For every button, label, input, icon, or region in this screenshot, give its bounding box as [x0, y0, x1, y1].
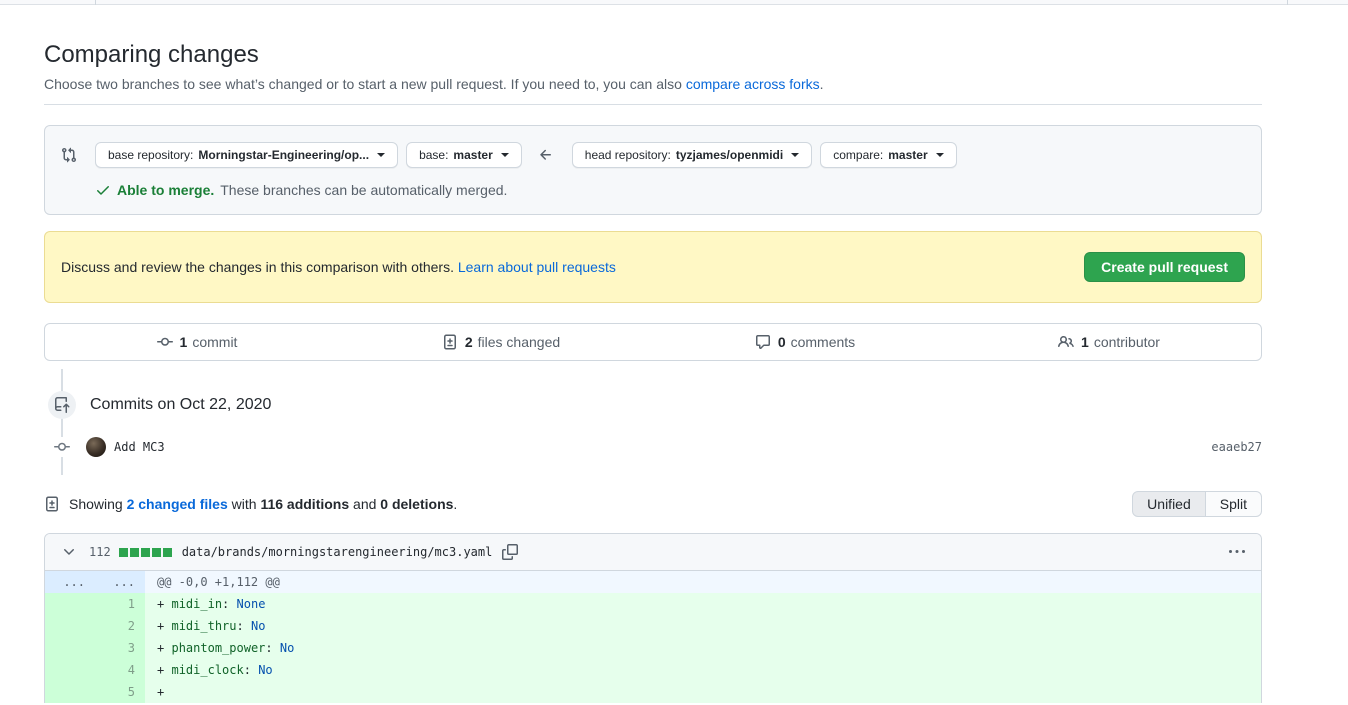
compare-page-container: Comparing changes Choose two branches to…: [44, 5, 1262, 703]
file-diff-icon: [44, 496, 60, 512]
contributors-stat[interactable]: 1 contributor: [957, 324, 1261, 360]
split-view-button[interactable]: Split: [1205, 491, 1262, 517]
create-pull-request-button[interactable]: Create pull request: [1084, 252, 1245, 282]
base-branch-select[interactable]: base: master: [406, 142, 522, 168]
merge-status-text: These branches can be automatically merg…: [220, 182, 507, 198]
old-line-number[interactable]: [45, 659, 95, 681]
diff-line-code: + midi_clock: No: [145, 659, 1261, 681]
hunk-new-gutter[interactable]: ...: [95, 571, 145, 593]
old-line-number[interactable]: [45, 615, 95, 637]
branch-range-editor: base repository: Morningstar-Engineering…: [44, 125, 1262, 215]
diff-line: 1 + midi_in: None: [45, 593, 1261, 615]
commit-group-title: Commits on Oct 22, 2020: [90, 396, 271, 414]
diffstat-added-block: [141, 548, 150, 557]
commit-row: Add MC3 eaaeb27: [44, 437, 1262, 457]
caret-down-icon: [501, 153, 509, 157]
new-line-number[interactable]: 4: [95, 659, 145, 681]
kebab-menu-icon[interactable]: [1229, 544, 1245, 560]
people-icon: [1058, 334, 1074, 350]
page-title: Comparing changes: [44, 41, 1262, 69]
diffstat-added-block: [130, 548, 139, 557]
hunk-old-gutter[interactable]: ...: [45, 571, 95, 593]
file-path: data/brands/morningstarengineering/mc3.y…: [182, 545, 493, 559]
unified-view-button[interactable]: Unified: [1132, 491, 1206, 517]
file-diff-card: 112 data/brands/morningstarengineering/m…: [44, 533, 1262, 703]
diff-line-code: + phantom_power: No: [145, 637, 1261, 659]
browser-top-strip: [0, 0, 1348, 5]
page-subhead: Comparing changes Choose two branches to…: [44, 5, 1262, 105]
diff-line: 2 + midi_thru: No: [45, 615, 1261, 637]
old-line-number[interactable]: [45, 593, 95, 615]
old-line-number[interactable]: [45, 681, 95, 703]
commit-sha-link[interactable]: eaaeb27: [1211, 440, 1262, 454]
page-subtitle: Choose two branches to see what’s change…: [44, 76, 1262, 92]
arrow-left-icon: [538, 147, 554, 163]
files-changed-stat[interactable]: 2 files changed: [349, 324, 653, 360]
check-icon: [95, 182, 111, 198]
file-diff-icon: [442, 334, 458, 350]
merge-status: Able to merge. These branches can be aut…: [95, 182, 1245, 198]
diff-view-toggle: Unified Split: [1132, 491, 1262, 517]
diffstat-added-block: [152, 548, 161, 557]
diff-summary-row: Showing 2 changed files with 116 additio…: [44, 491, 1262, 517]
comment-icon: [755, 334, 771, 350]
new-line-number[interactable]: 2: [95, 615, 145, 637]
diff-line: 5 +: [45, 681, 1261, 703]
file-changes-count: 112: [89, 545, 111, 559]
commit-author-avatar[interactable]: [86, 437, 106, 457]
commits-timeline: Commits on Oct 22, 2020 Add MC3 eaaeb27: [44, 369, 1262, 475]
old-line-number[interactable]: [45, 637, 95, 659]
diff-line-code: + midi_thru: No: [145, 615, 1261, 637]
commits-stat[interactable]: 1 commit: [45, 324, 349, 360]
diffstat-blocks: [119, 548, 172, 557]
diff-line-code: + midi_in: None: [145, 593, 1261, 615]
diff-line: 4 + midi_clock: No: [45, 659, 1261, 681]
comments-stat[interactable]: 0 comments: [653, 324, 957, 360]
comparison-stats-bar: 1 commit 2 files changed 0 comments 1 co…: [44, 323, 1262, 361]
diffstat-added-block: [119, 548, 128, 557]
hunk-header-text: @@ -0,0 +1,112 @@: [145, 571, 1261, 593]
diffstat-added-block: [163, 548, 172, 557]
top-strip-divider: [95, 0, 96, 5]
diff-line-code: +: [145, 681, 1261, 703]
banner-text: Discuss and review the changes in this c…: [61, 259, 616, 275]
new-line-number[interactable]: 1: [95, 593, 145, 615]
head-repository-select[interactable]: head repository: tyzjames/openmidi: [572, 142, 812, 168]
diff-line: 3 + phantom_power: No: [45, 637, 1261, 659]
hunk-row: ... ... @@ -0,0 +1,112 @@: [45, 571, 1261, 593]
diff-table: ... ... @@ -0,0 +1,112 @@ 1 + midi_in: N…: [45, 571, 1261, 703]
caret-down-icon: [791, 153, 799, 157]
git-commit-icon: [157, 334, 173, 350]
diff-summary-text: Showing 2 changed files with 116 additio…: [69, 496, 457, 512]
commit-group-header: Commits on Oct 22, 2020: [44, 369, 1262, 419]
new-line-number[interactable]: 5: [95, 681, 145, 703]
new-line-number[interactable]: 3: [95, 637, 145, 659]
commit-message-link[interactable]: Add MC3: [114, 440, 165, 454]
top-strip-divider: [1287, 0, 1288, 5]
compare-across-forks-link[interactable]: compare across forks: [686, 76, 820, 92]
caret-down-icon: [377, 153, 385, 157]
changed-files-link[interactable]: 2 changed files: [127, 496, 228, 512]
branch-selector-row: base repository: Morningstar-Engineering…: [61, 142, 1245, 168]
compare-branch-select[interactable]: compare: master: [820, 142, 956, 168]
merge-status-bold: Able to merge.: [117, 182, 214, 198]
git-commit-node-icon: [54, 437, 70, 457]
pull-request-banner: Discuss and review the changes in this c…: [44, 231, 1262, 303]
chevron-down-icon[interactable]: [55, 544, 83, 560]
copy-path-icon[interactable]: [502, 544, 518, 560]
git-compare-icon: [61, 147, 77, 163]
caret-down-icon: [936, 153, 944, 157]
file-diff-header: 112 data/brands/morningstarengineering/m…: [45, 534, 1261, 571]
learn-about-pull-requests-link[interactable]: Learn about pull requests: [458, 259, 616, 275]
base-repository-select[interactable]: base repository: Morningstar-Engineering…: [95, 142, 398, 168]
repo-push-icon: [48, 391, 76, 419]
